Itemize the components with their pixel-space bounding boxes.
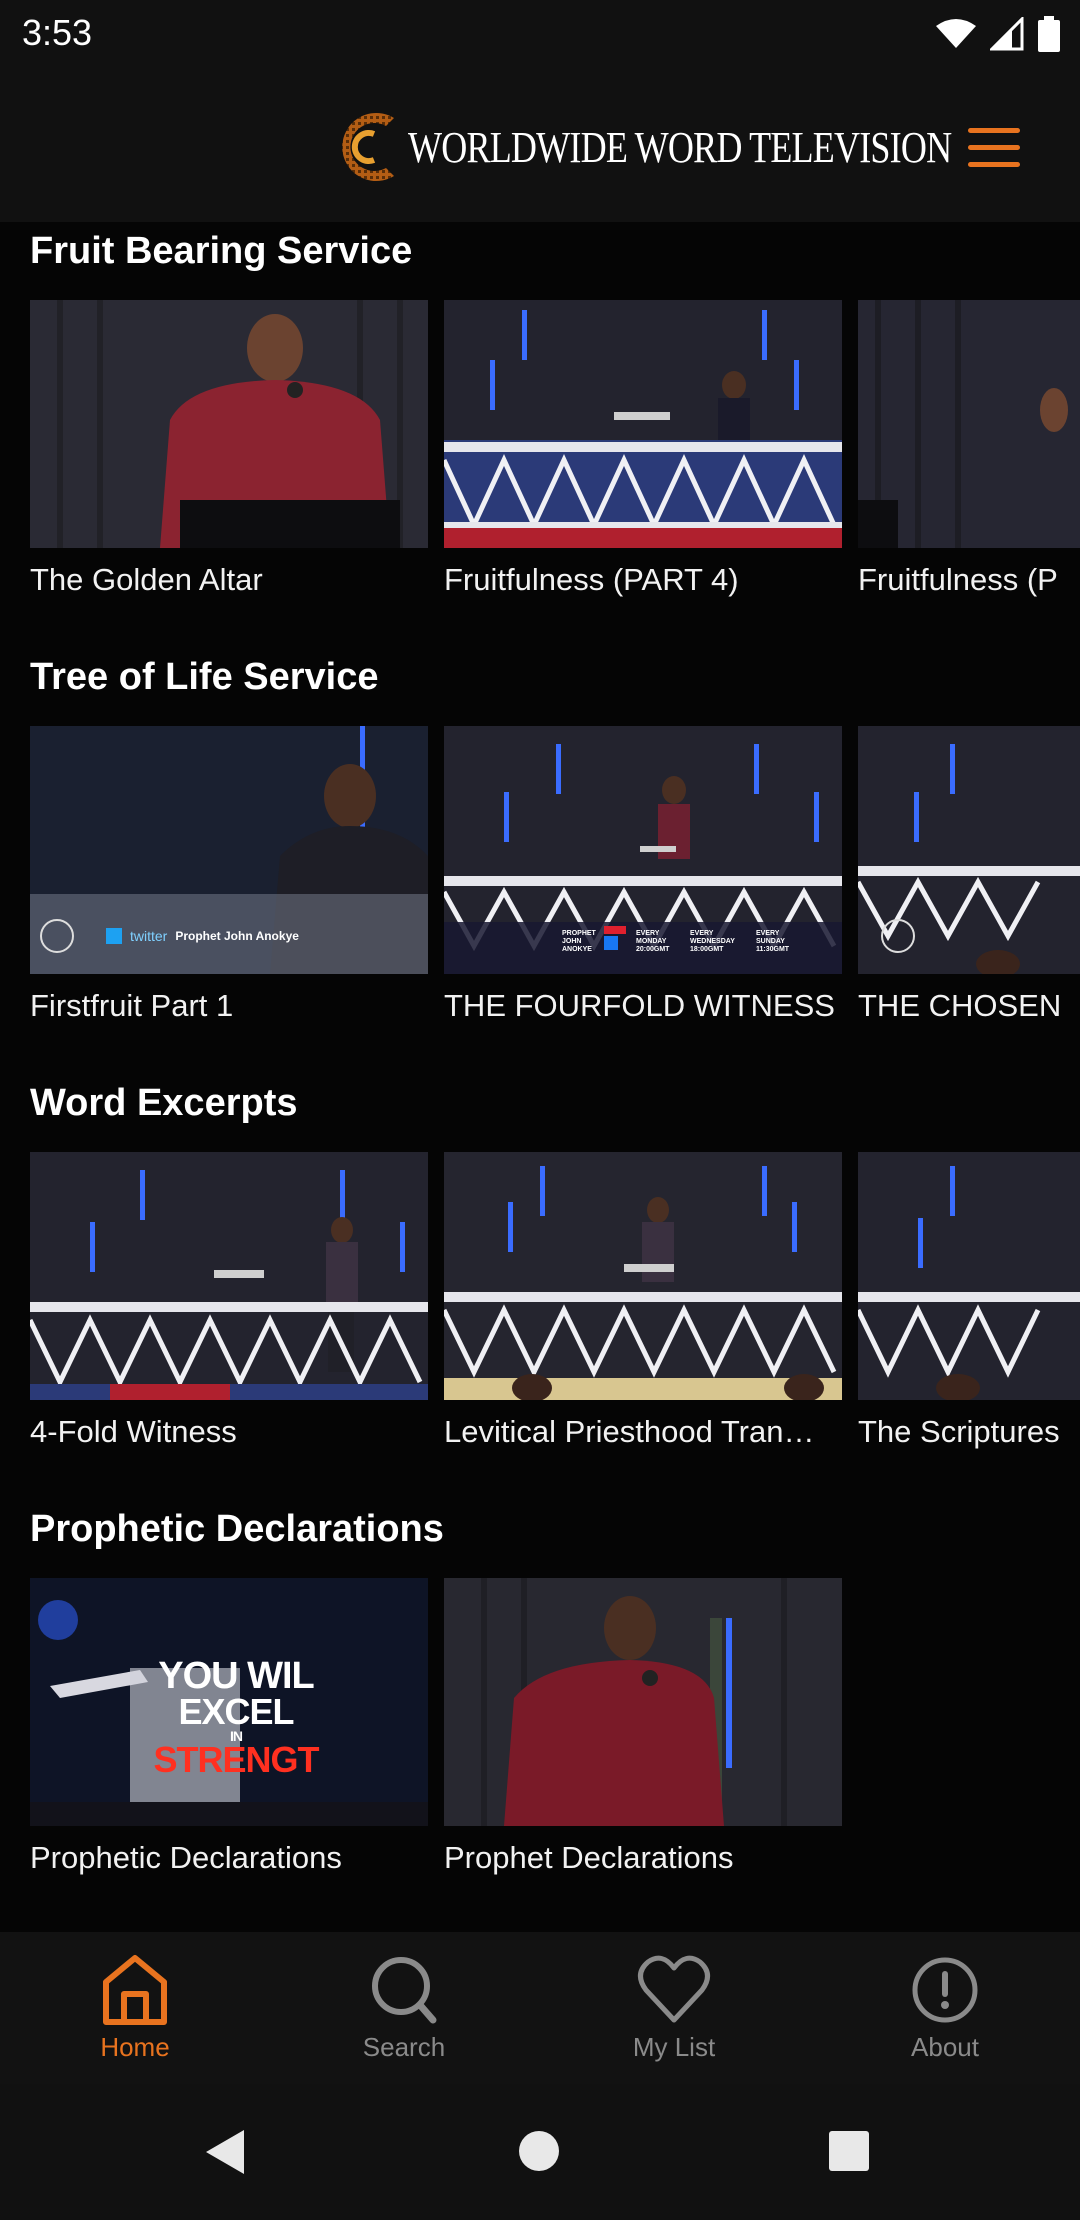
- video-carousel[interactable]: 4-Fold Witness Levitical Priesthood Tran…: [30, 1152, 1080, 1472]
- video-title: Levitical Priesthood Tran…: [444, 1414, 815, 1449]
- video-thumbnail[interactable]: [30, 1152, 428, 1400]
- video-card[interactable]: Fruitfulness (P: [858, 300, 1080, 620]
- video-thumbnail[interactable]: [444, 1152, 842, 1400]
- info-circle-icon: [912, 1957, 978, 2023]
- video-title: Prophet Declarations: [444, 1840, 734, 1875]
- battery-icon: [1038, 16, 1060, 52]
- banner-text: PROPHET JOHN ANOKYE: [562, 930, 596, 953]
- video-thumbnail[interactable]: [30, 300, 428, 548]
- hamburger-menu-icon[interactable]: [968, 128, 1024, 168]
- section-title: Fruit Bearing Service: [30, 230, 413, 272]
- home-circle-icon[interactable]: [518, 2130, 560, 2172]
- app-header: WORLDWIDE WORD TELEVISION: [0, 72, 1080, 222]
- section-title: Prophetic Declarations: [30, 1508, 444, 1550]
- section-title: Word Excerpts: [30, 1082, 298, 1124]
- section-title: Tree of Life Service: [30, 656, 379, 698]
- status-time: 3:53: [22, 12, 93, 53]
- video-title: 4-Fold Witness: [30, 1414, 237, 1449]
- video-carousel[interactable]: YOU WIL EXCEL IN STRENGT Prophetic Decla…: [30, 1578, 1080, 1898]
- logo-text: WORLDWIDE WORD TELEVISION: [408, 122, 952, 172]
- wifi-icon: [936, 19, 976, 48]
- signal-icon: [990, 17, 1024, 51]
- status-bar: 3:53: [0, 0, 1080, 72]
- video-card[interactable]: YOU WIL EXCEL IN STRENGT Prophetic Decla…: [30, 1578, 428, 1898]
- banner-text: EVERY SUNDAY 11:30GMT: [756, 930, 790, 953]
- video-thumbnail[interactable]: [444, 300, 842, 548]
- video-card[interactable]: twitter Prophet John Anokye Firstfruit P…: [30, 726, 428, 1046]
- nav-label: My List: [632, 2032, 716, 2062]
- video-card[interactable]: The Golden Altar: [30, 300, 428, 620]
- banner-text: EVERY MONDAY 20:00GMT: [636, 930, 670, 953]
- video-card[interactable]: The Scriptures: [858, 1152, 1080, 1472]
- thumb-caption: Prophet John Anokye: [175, 929, 299, 943]
- thumb-brand: twitter: [130, 928, 168, 944]
- video-title: Fruitfulness (PART 4): [444, 562, 739, 597]
- video-title: THE FOURFOLD WITNESS: [444, 988, 835, 1023]
- video-thumbnail[interactable]: [858, 300, 1080, 548]
- watermark-logo-icon: [40, 919, 74, 953]
- home-icon: [103, 1955, 167, 2025]
- video-card[interactable]: Fruitfulness (PART 4): [444, 300, 842, 620]
- video-carousel[interactable]: The Golden Altar Fruitfulness (PART 4) F…: [30, 300, 1080, 620]
- video-thumbnail[interactable]: [858, 726, 1080, 974]
- nav-about[interactable]: About: [845, 1952, 1045, 2072]
- video-card[interactable]: 4-Fold Witness: [30, 1152, 428, 1472]
- video-card[interactable]: Prophet Declarations: [444, 1578, 842, 1898]
- search-icon: [372, 1957, 437, 2024]
- nav-label: Search: [362, 2032, 446, 2062]
- video-thumbnail[interactable]: PROPHET JOHN ANOKYE EVERY MONDAY 20:00GM…: [444, 726, 842, 974]
- system-navigation-bar: [0, 2084, 1080, 2220]
- thumb-text: EXCEL: [178, 1691, 294, 1732]
- twitter-icon: [106, 928, 122, 944]
- nav-label: Home: [100, 2032, 170, 2062]
- thumb-text: YOU WIL: [158, 1655, 315, 1697]
- back-icon[interactable]: [204, 2128, 246, 2176]
- video-title: Prophetic Declarations: [30, 1840, 342, 1875]
- nav-home[interactable]: Home: [35, 1952, 235, 2072]
- video-title: THE CHOSEN: [858, 988, 1062, 1023]
- logo-emblem-icon: [342, 113, 394, 181]
- video-card[interactable]: THE CHOSEN: [858, 726, 1080, 1046]
- video-title: Firstfruit Part 1: [30, 988, 234, 1023]
- nav-my-list[interactable]: My List: [574, 1952, 774, 2072]
- video-thumbnail[interactable]: YOU WIL EXCEL IN STRENGT: [30, 1578, 428, 1826]
- video-title: The Scriptures: [858, 1414, 1060, 1449]
- video-thumbnail[interactable]: twitter Prophet John Anokye: [30, 726, 428, 974]
- recents-square-icon[interactable]: [828, 2130, 870, 2172]
- bottom-navigation: Home Search My List About: [0, 1932, 1080, 2084]
- video-carousel[interactable]: twitter Prophet John Anokye Firstfruit P…: [30, 726, 1080, 1046]
- video-title: Fruitfulness (P: [858, 562, 1058, 597]
- thumb-text: STRENGT: [153, 1739, 319, 1780]
- video-card[interactable]: Levitical Priesthood Tran…: [444, 1152, 842, 1472]
- nav-search[interactable]: Search: [304, 1952, 504, 2072]
- heart-icon: [638, 1955, 710, 2023]
- logo[interactable]: WORLDWIDE WORD TELEVISION: [328, 102, 1071, 192]
- video-thumbnail[interactable]: [858, 1152, 1080, 1400]
- video-thumbnail[interactable]: [444, 1578, 842, 1826]
- content-feed[interactable]: Fruit Bearing Service The Golden Altar F…: [0, 222, 1080, 1932]
- video-title: The Golden Altar: [30, 562, 263, 597]
- banner-text: EVERY WEDNESDAY 18:00GMT: [690, 930, 735, 953]
- video-card[interactable]: PROPHET JOHN ANOKYE EVERY MONDAY 20:00GM…: [444, 726, 842, 1046]
- nav-label: About: [911, 2032, 979, 2062]
